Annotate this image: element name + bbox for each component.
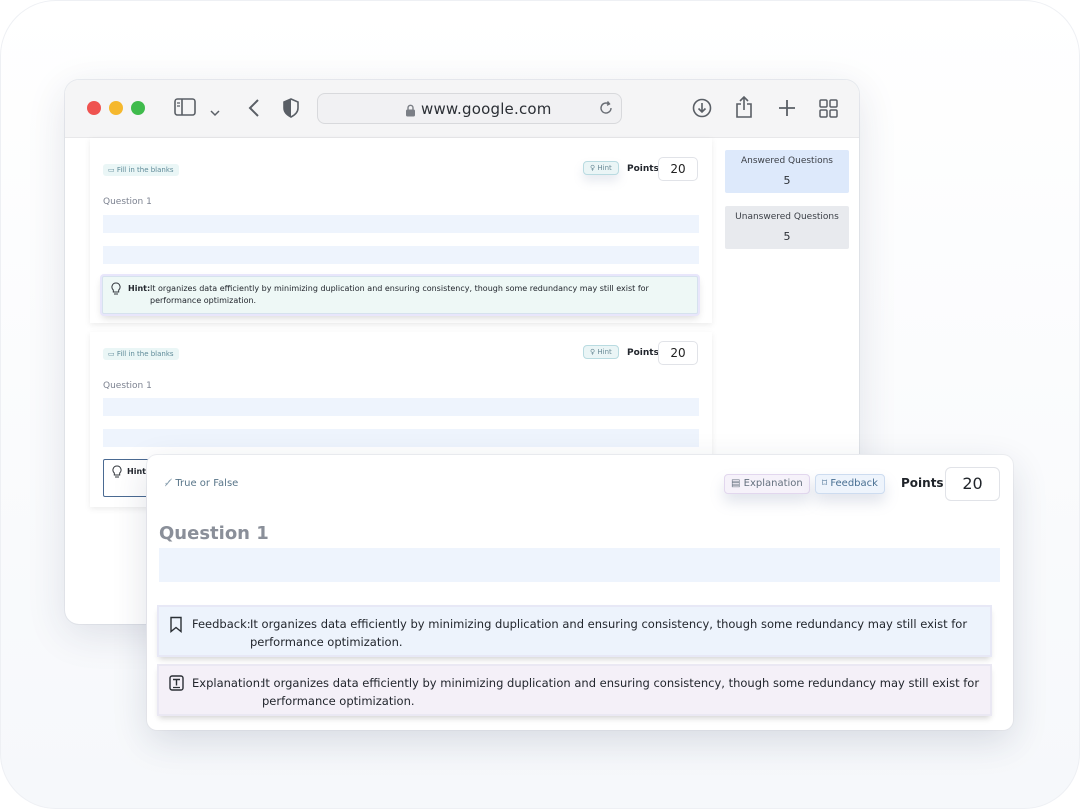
feedback-heading: Feedback: [192, 617, 251, 631]
hint-button[interactable]: ♀ Hint [583, 345, 619, 359]
hint-heading: Hint: [128, 284, 151, 293]
url-text: www.google.com [421, 100, 552, 118]
close-window-button[interactable] [87, 101, 101, 115]
new-tab-icon[interactable] [778, 99, 796, 121]
answer-field[interactable] [159, 548, 1000, 582]
answered-questions-count: 5 [783, 174, 791, 187]
chevron-down-icon[interactable] [210, 102, 220, 121]
question-type-tag: ▭ Fill in the blanks [103, 164, 179, 176]
answered-questions-label: Answered Questions [740, 156, 833, 166]
feedback-panel: Feedback: It organizes data efficiently … [159, 607, 990, 655]
download-icon[interactable] [692, 98, 712, 122]
points-label: Points [627, 348, 659, 358]
answer-blank[interactable] [103, 429, 699, 447]
document-icon: ▤ [731, 478, 744, 489]
question-label: Question 1 [159, 523, 269, 544]
hint-text: It organizes data efficiently by minimiz… [150, 284, 649, 305]
tab-overview-icon[interactable] [819, 99, 838, 122]
question-type-tag: ▭ Fill in the blanks [103, 348, 179, 360]
tag-icon: ▭ [108, 166, 117, 174]
hint-button[interactable]: ♀ Hint [583, 161, 619, 175]
lock-icon [405, 103, 416, 121]
back-arrow-icon[interactable] [248, 98, 260, 122]
question-card: ▭ Fill in the blanks ♀ Hint Points 20 Qu… [90, 138, 712, 323]
sidebar-icon[interactable] [174, 98, 196, 120]
hint-heading: Hint: [127, 467, 150, 476]
unanswered-questions-label: Unanswered Questions [735, 212, 839, 222]
feedback-text: It organizes data efficiently by minimiz… [250, 617, 968, 649]
points-input[interactable]: 20 [658, 157, 698, 181]
answer-blank[interactable] [103, 215, 699, 233]
share-icon[interactable] [735, 95, 753, 123]
address-bar[interactable]: www.google.com [317, 93, 622, 124]
feedback-button[interactable]: ⌑ Feedback [815, 474, 885, 494]
question-label: Question 1 [103, 197, 152, 207]
points-label: Points [901, 476, 944, 490]
bookmark-icon [169, 616, 183, 638]
true-false-question-card: ✓̸ True or False ▤ Explanation ⌑ Feedback… [147, 455, 1013, 730]
points-input[interactable]: 20 [658, 341, 698, 365]
bulb-icon [112, 465, 122, 480]
hint-panel: Hint: [103, 459, 153, 497]
reload-icon[interactable] [598, 100, 614, 120]
points-label: Points [627, 164, 659, 174]
true-false-icon: ✓̸ [164, 478, 173, 489]
explanation-button[interactable]: ▤ Explanation [724, 474, 810, 494]
points-input[interactable]: 20 [945, 467, 1000, 501]
answer-blank[interactable] [103, 246, 699, 264]
shield-icon[interactable] [282, 98, 300, 122]
browser-toolbar: www.google.com [65, 80, 859, 138]
explanation-panel: Explanation: It organizes data efficient… [159, 666, 990, 714]
answered-questions-card[interactable]: Answered Questions 5 [725, 150, 849, 193]
minimize-window-button[interactable] [109, 101, 123, 115]
unanswered-questions-count: 5 [783, 230, 791, 243]
text-document-icon [169, 675, 184, 696]
bulb-icon [111, 282, 121, 299]
question-type-tag: ✓̸ True or False [164, 478, 239, 489]
explanation-text: It organizes data efficiently by minimiz… [262, 676, 980, 708]
explanation-heading: Explanation: [192, 676, 264, 690]
maximize-window-button[interactable] [131, 101, 145, 115]
hint-panel: Hint: It organizes data efficiently by m… [102, 276, 698, 314]
question-label: Question 1 [103, 381, 152, 391]
unanswered-questions-card[interactable]: Unanswered Questions 5 [725, 206, 849, 249]
answer-blank[interactable] [103, 398, 699, 416]
tag-icon: ▭ [108, 350, 117, 358]
